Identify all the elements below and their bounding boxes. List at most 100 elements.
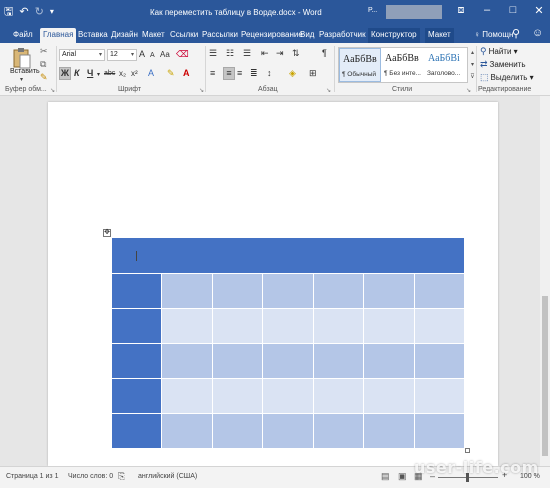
tab-mailings[interactable]: Рассылки	[199, 28, 241, 43]
table-cell[interactable]	[363, 308, 415, 344]
strikethrough-button[interactable]: abc	[104, 68, 115, 79]
table-cell[interactable]	[312, 273, 365, 309]
table-cell[interactable]	[312, 343, 365, 379]
tab-home[interactable]: Главная	[40, 28, 77, 43]
tab-layout[interactable]: Макет	[139, 28, 168, 43]
decrease-indent-icon[interactable]: ⇤	[261, 48, 269, 59]
tab-insert[interactable]: Вставка	[75, 28, 111, 43]
line-spacing-icon[interactable]: ↕	[267, 68, 272, 79]
paste-icon[interactable]	[12, 47, 32, 69]
table-cell[interactable]	[161, 343, 213, 379]
dialog-launcher-icon[interactable]: ↘	[50, 87, 55, 94]
subscript-button[interactable]: x₂	[119, 68, 126, 79]
table-cell[interactable]	[211, 273, 264, 309]
grow-font-button[interactable]: A	[139, 49, 145, 60]
scrollbar-thumb[interactable]	[542, 296, 548, 456]
table-cell[interactable]	[211, 378, 264, 414]
table-cell[interactable]	[110, 413, 163, 449]
change-case-button[interactable]: Aa	[160, 49, 170, 60]
dialog-launcher-icon[interactable]: ↘	[326, 87, 331, 94]
superscript-button[interactable]: x²	[131, 68, 138, 79]
sort-icon[interactable]: ⇅	[292, 48, 300, 59]
font-size-box[interactable]: 12 ▾	[107, 49, 137, 61]
share-icon[interactable]: ⚲	[512, 27, 520, 40]
table-cell[interactable]	[211, 308, 264, 344]
text-effects-icon[interactable]: A	[148, 68, 154, 79]
table-move-handle-icon[interactable]: ✥	[103, 229, 111, 237]
table-cell[interactable]	[110, 343, 163, 379]
tab-file[interactable]: Файл	[10, 28, 36, 43]
underline-button[interactable]: Ч	[87, 68, 93, 79]
close-icon[interactable]: ✕	[532, 4, 546, 17]
proofing-icon[interactable]: ⎘	[118, 471, 125, 482]
styles-scroll[interactable]: ▴ ▾ ⊽	[469, 47, 476, 83]
shrink-font-button[interactable]: A	[150, 50, 155, 61]
save-icon[interactable]: 🖫	[4, 5, 13, 19]
table-cell[interactable]	[161, 273, 213, 309]
table-cell[interactable]	[211, 343, 264, 379]
table-cell[interactable]	[363, 378, 415, 414]
chevron-down-icon[interactable]: ▾	[97, 70, 100, 81]
increase-indent-icon[interactable]: ⇥	[276, 48, 284, 59]
feedback-icon[interactable]: ☺	[532, 27, 543, 39]
bold-button[interactable]: Ж	[59, 67, 71, 80]
borders-icon[interactable]: ⊞	[309, 68, 317, 79]
numbering-icon[interactable]: ☷	[226, 48, 234, 59]
table[interactable]	[110, 237, 466, 449]
table-cell[interactable]	[413, 413, 466, 449]
read-mode-icon[interactable]: ▤	[381, 471, 390, 482]
vertical-scrollbar[interactable]	[540, 96, 550, 466]
table-cell[interactable]	[413, 273, 466, 309]
table-cell[interactable]	[262, 378, 314, 414]
customize-qat-icon[interactable]: ▾	[50, 5, 54, 19]
tab-references[interactable]: Ссылки	[167, 28, 201, 43]
font-name-box[interactable]: Arial ▾	[59, 49, 105, 61]
align-right-icon[interactable]: ≡	[237, 68, 242, 79]
chevron-down-icon[interactable]: ▾	[469, 59, 476, 71]
justify-icon[interactable]: ≣	[250, 68, 258, 79]
table-cell[interactable]	[413, 343, 466, 379]
tab-design[interactable]: Дизайн	[108, 28, 141, 43]
table-cell[interactable]	[110, 273, 163, 309]
chevron-up-icon[interactable]: ▴	[469, 47, 476, 59]
table-cell[interactable]	[413, 378, 466, 414]
select-button[interactable]: ⬚ Выделить ▾	[480, 72, 534, 83]
style-no-spacing[interactable]: АаБбВв ¶ Без инте...	[382, 48, 424, 82]
table-cell[interactable]	[262, 413, 314, 449]
format-painter-icon[interactable]: ✎	[40, 72, 48, 83]
chevron-down-icon[interactable]: ▾	[20, 76, 23, 83]
word-count[interactable]: Число слов: 0	[68, 473, 113, 480]
table-cell[interactable]	[262, 308, 314, 344]
cut-icon[interactable]: ✂	[40, 46, 48, 57]
italic-button[interactable]: К	[74, 68, 80, 79]
clear-formatting-icon[interactable]: ⌫	[176, 49, 189, 60]
table-cell[interactable]	[110, 308, 163, 344]
account-name[interactable]: Р...	[368, 7, 377, 14]
show-formatting-marks-button[interactable]: ¶	[322, 48, 327, 59]
tab-review[interactable]: Рецензирование	[238, 28, 306, 43]
maximize-icon[interactable]: □	[506, 4, 520, 17]
tab-view[interactable]: Вид	[297, 28, 317, 43]
table-cell[interactable]	[262, 273, 314, 309]
table-cell[interactable]	[211, 413, 264, 449]
paste-button[interactable]: Вставить	[10, 68, 40, 75]
highlight-color-icon[interactable]: ✎	[167, 68, 175, 79]
table-cell[interactable]	[312, 413, 365, 449]
align-center-icon[interactable]: ≡	[223, 67, 235, 80]
table-cell[interactable]	[312, 308, 365, 344]
table-cell[interactable]	[413, 308, 466, 344]
language[interactable]: английский (США)	[138, 473, 197, 480]
find-button[interactable]: ⚲ Найти ▾	[480, 46, 518, 57]
account-picture[interactable]	[386, 5, 442, 19]
table-cell[interactable]	[161, 413, 213, 449]
table-cell[interactable]	[312, 378, 365, 414]
print-layout-icon[interactable]: ▣	[398, 471, 407, 482]
table-cell[interactable]	[363, 343, 415, 379]
multilevel-list-icon[interactable]: ☰	[243, 48, 251, 59]
table-cell[interactable]	[111, 237, 465, 274]
page-count[interactable]: Страница 1 из 1	[6, 473, 58, 480]
minimize-icon[interactable]: –	[480, 4, 494, 17]
font-color-icon[interactable]: A	[183, 68, 190, 79]
tab-developer[interactable]: Разработчик	[316, 28, 369, 43]
table-cell[interactable]	[262, 343, 314, 379]
